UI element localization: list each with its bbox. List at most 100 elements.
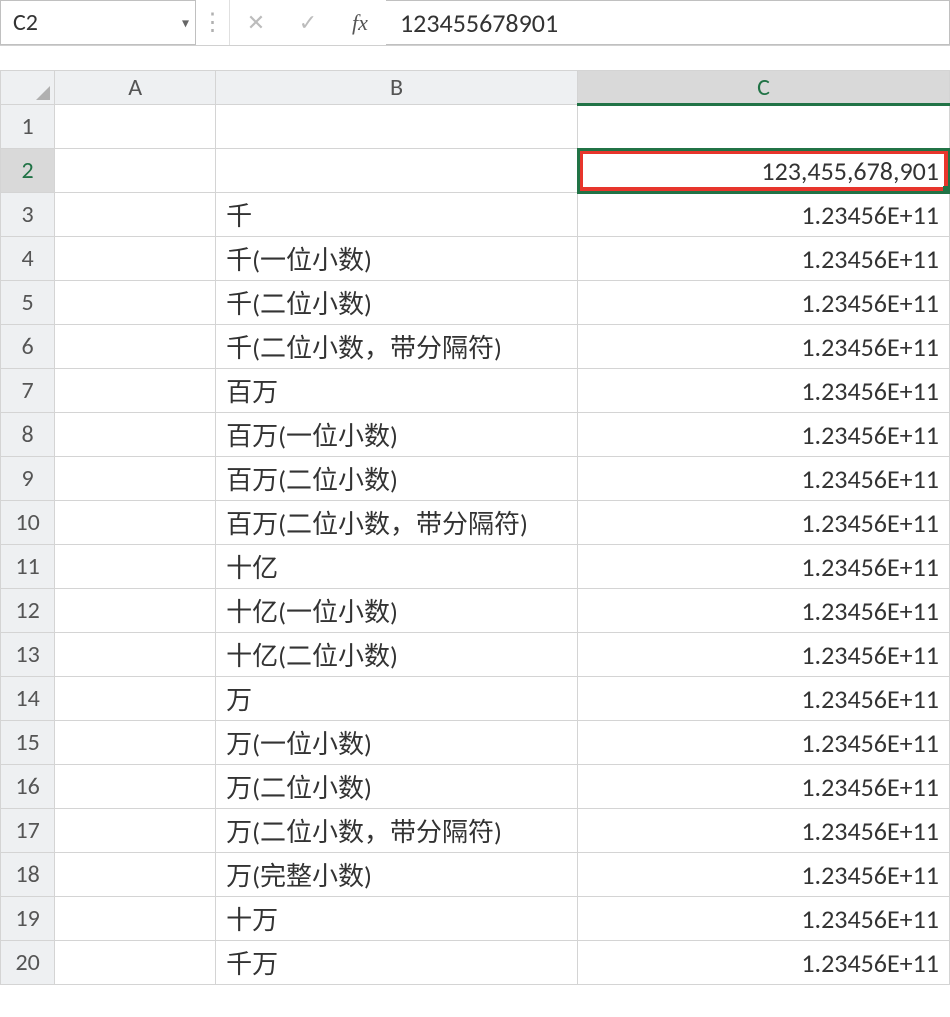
column-header-B[interactable]: B (216, 71, 578, 105)
cell-C20[interactable]: 1.23456E+11 (578, 941, 950, 985)
enter-formula-icon[interactable]: ✓ (282, 0, 334, 45)
cell-A16[interactable] (55, 765, 216, 809)
cell-B2[interactable] (216, 149, 578, 193)
row-header[interactable]: 1 (1, 105, 55, 149)
cell-B15[interactable]: 万(一位小数) (216, 721, 578, 765)
table-row: 4 千(一位小数)1.23456E+11 (1, 237, 950, 281)
row-header[interactable]: 8 (1, 413, 55, 457)
row-header[interactable]: 19 (1, 897, 55, 941)
cell-C16[interactable]: 1.23456E+11 (578, 765, 950, 809)
row-header[interactable]: 5 (1, 281, 55, 325)
cell-B1[interactable] (216, 105, 578, 149)
cell-B11[interactable]: 十亿 (216, 545, 578, 589)
cell-C10[interactable]: 1.23456E+11 (578, 501, 950, 545)
cell-C5[interactable]: 1.23456E+11 (578, 281, 950, 325)
cell-C13[interactable]: 1.23456E+11 (578, 633, 950, 677)
cell-A6[interactable] (55, 325, 216, 369)
cell-B6[interactable]: 千(二位小数，带分隔符) (216, 325, 578, 369)
cell-B17[interactable]: 万(二位小数，带分隔符) (216, 809, 578, 853)
cell-B9[interactable]: 百万(二位小数) (216, 457, 578, 501)
row-header[interactable]: 10 (1, 501, 55, 545)
row-header[interactable]: 6 (1, 325, 55, 369)
table-row: 1 (1, 105, 950, 149)
cancel-formula-icon[interactable]: ✕ (230, 0, 282, 45)
cell-B7[interactable]: 百万 (216, 369, 578, 413)
cell-C7[interactable]: 1.23456E+11 (578, 369, 950, 413)
row-header[interactable]: 13 (1, 633, 55, 677)
row-header[interactable]: 11 (1, 545, 55, 589)
cell-C11[interactable]: 1.23456E+11 (578, 545, 950, 589)
table-row: 6 千(二位小数，带分隔符)1.23456E+11 (1, 325, 950, 369)
cell-C17[interactable]: 1.23456E+11 (578, 809, 950, 853)
cell-A3[interactable] (55, 193, 216, 237)
row-header[interactable]: 20 (1, 941, 55, 985)
cell-A11[interactable] (55, 545, 216, 589)
row-header[interactable]: 4 (1, 237, 55, 281)
toolbar-gap (0, 46, 950, 70)
cell-C15[interactable]: 1.23456E+11 (578, 721, 950, 765)
select-all-corner[interactable] (1, 71, 55, 105)
column-header-C[interactable]: C (578, 71, 950, 105)
formula-input[interactable]: 123455678901 (386, 0, 950, 45)
cell-B3[interactable]: 千 (216, 193, 578, 237)
table-row: 13 十亿(二位小数)1.23456E+11 (1, 633, 950, 677)
table-row: 17 万(二位小数，带分隔符)1.23456E+11 (1, 809, 950, 853)
cell-C4[interactable]: 1.23456E+11 (578, 237, 950, 281)
table-row: 9 百万(二位小数)1.23456E+11 (1, 457, 950, 501)
row-header[interactable]: 14 (1, 677, 55, 721)
table-row: 18 万(完整小数)1.23456E+11 (1, 853, 950, 897)
cell-A14[interactable] (55, 677, 216, 721)
row-header[interactable]: 16 (1, 765, 55, 809)
cell-C18[interactable]: 1.23456E+11 (578, 853, 950, 897)
cell-B8[interactable]: 百万(一位小数) (216, 413, 578, 457)
cell-A7[interactable] (55, 369, 216, 413)
cell-B20[interactable]: 千万 (216, 941, 578, 985)
cell-A1[interactable] (55, 105, 216, 149)
cell-B10[interactable]: 百万(二位小数，带分隔符) (216, 501, 578, 545)
cell-C2[interactable]: 123,455,678,901 (578, 149, 950, 193)
cell-A18[interactable] (55, 853, 216, 897)
name-box[interactable]: C2 ▾ (0, 0, 196, 45)
cell-B14[interactable]: 万 (216, 677, 578, 721)
row-header[interactable]: 17 (1, 809, 55, 853)
row-header[interactable]: 15 (1, 721, 55, 765)
cell-C9[interactable]: 1.23456E+11 (578, 457, 950, 501)
table-row: 15 万(一位小数)1.23456E+11 (1, 721, 950, 765)
cell-A2[interactable] (55, 149, 216, 193)
cell-B5[interactable]: 千(二位小数) (216, 281, 578, 325)
cell-A20[interactable] (55, 941, 216, 985)
cell-A4[interactable] (55, 237, 216, 281)
cell-C19[interactable]: 1.23456E+11 (578, 897, 950, 941)
cell-A17[interactable] (55, 809, 216, 853)
row-header[interactable]: 12 (1, 589, 55, 633)
cell-B19[interactable]: 十万 (216, 897, 578, 941)
cell-B13[interactable]: 十亿(二位小数) (216, 633, 578, 677)
cell-C6[interactable]: 1.23456E+11 (578, 325, 950, 369)
cell-A8[interactable] (55, 413, 216, 457)
row-header[interactable]: 18 (1, 853, 55, 897)
row-header[interactable]: 7 (1, 369, 55, 413)
name-box-dropdown-icon[interactable]: ▾ (182, 14, 189, 31)
cell-A12[interactable] (55, 589, 216, 633)
cell-C8[interactable]: 1.23456E+11 (578, 413, 950, 457)
cell-B4[interactable]: 千(一位小数) (216, 237, 578, 281)
cell-A19[interactable] (55, 897, 216, 941)
cell-B18[interactable]: 万(完整小数) (216, 853, 578, 897)
cell-A13[interactable] (55, 633, 216, 677)
row-header[interactable]: 3 (1, 193, 55, 237)
cell-A10[interactable] (55, 501, 216, 545)
column-header-A[interactable]: A (55, 71, 216, 105)
row-header[interactable]: 2 (1, 149, 55, 193)
row-header[interactable]: 9 (1, 457, 55, 501)
cell-A15[interactable] (55, 721, 216, 765)
cell-C14[interactable]: 1.23456E+11 (578, 677, 950, 721)
cell-A9[interactable] (55, 457, 216, 501)
cell-B16[interactable]: 万(二位小数) (216, 765, 578, 809)
cell-A5[interactable] (55, 281, 216, 325)
cell-C1[interactable] (578, 105, 950, 149)
insert-function-icon[interactable]: fx (334, 0, 386, 45)
table-row: 11 十亿1.23456E+11 (1, 545, 950, 589)
cell-B12[interactable]: 十亿(一位小数) (216, 589, 578, 633)
cell-C3[interactable]: 1.23456E+11 (578, 193, 950, 237)
cell-C12[interactable]: 1.23456E+11 (578, 589, 950, 633)
